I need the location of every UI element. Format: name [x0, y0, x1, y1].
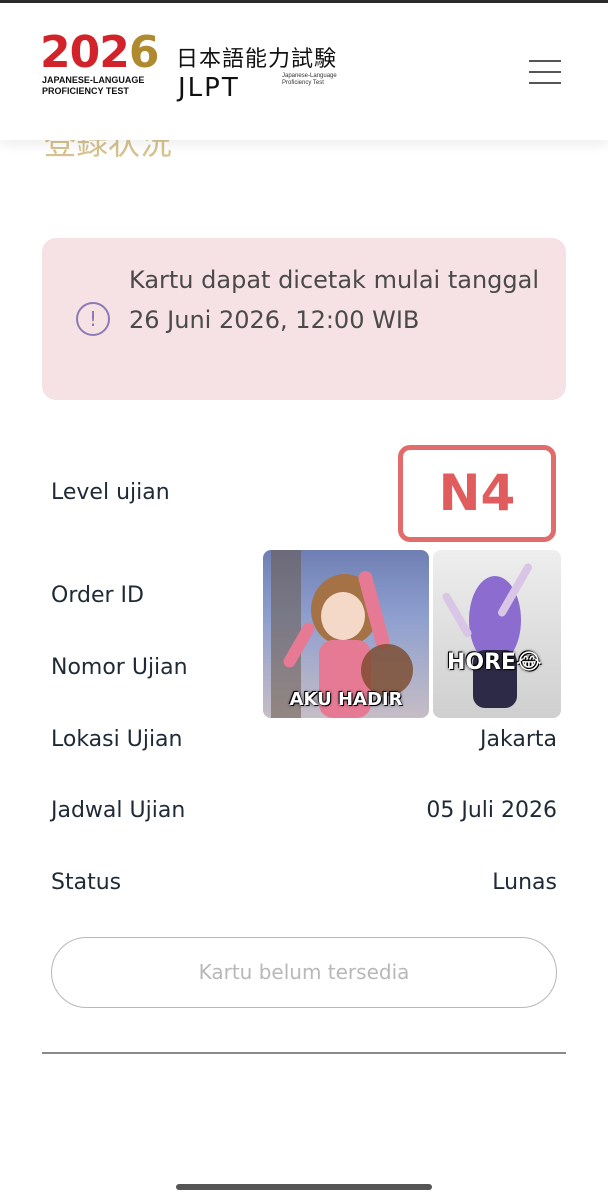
logo-jlpt-subtitle: Japanese-Language Proficiency Test	[282, 73, 337, 86]
exclamation-circle-icon: !	[76, 302, 110, 336]
logo-year: 202	[40, 27, 130, 78]
sticker-image: HORE😂	[433, 550, 561, 718]
location-label: Lokasi Ujian	[51, 727, 183, 752]
home-indicator[interactable]	[176, 1184, 432, 1190]
level-badge: N4	[398, 445, 556, 542]
exam-number-label: Nomor Ujian	[51, 655, 188, 680]
status-label: Status	[51, 870, 122, 895]
alert-message: Kartu dapat dicetak mulai tanggal 26 Jun…	[129, 266, 540, 334]
site-header: 2026 JAPANESE-LANGUAGE PROFICIENCY TEST …	[0, 3, 608, 140]
hamburger-menu-icon[interactable]	[526, 57, 564, 87]
location-value: Jakarta	[480, 727, 557, 752]
section-divider	[42, 1052, 566, 1054]
status-value: Lunas	[492, 870, 557, 895]
sticker-image: AKU HADIR	[263, 550, 429, 718]
logo-subtitle: JAPANESE-LANGUAGE PROFICIENCY TEST	[42, 75, 145, 96]
schedule-label: Jadwal Ujian	[51, 798, 186, 823]
schedule-value: 05 Juli 2026	[426, 798, 557, 823]
jlpt-logo: 日本語能力試験 JLPT Japanese-Language Proficien…	[168, 33, 348, 109]
print-date-alert: ! Kartu dapat dicetak mulai tanggal 26 J…	[42, 238, 566, 400]
sticker-caption: HORE😂	[447, 650, 542, 675]
purple-hair-dancer-illustration	[442, 563, 532, 708]
sticker-caption: AKU HADIR	[289, 689, 403, 710]
logo-year-accent: 6	[128, 27, 160, 78]
logo-jlpt-text: JLPT	[178, 73, 240, 103]
logo-kanji: 日本語能力試験	[176, 47, 338, 72]
jlpt-2026-logo[interactable]: 2026	[40, 31, 159, 75]
card-unavailable-button[interactable]: Kartu belum tersedia	[51, 937, 557, 1008]
level-label: Level ujian	[51, 480, 170, 505]
order-id-label: Order ID	[51, 583, 144, 608]
